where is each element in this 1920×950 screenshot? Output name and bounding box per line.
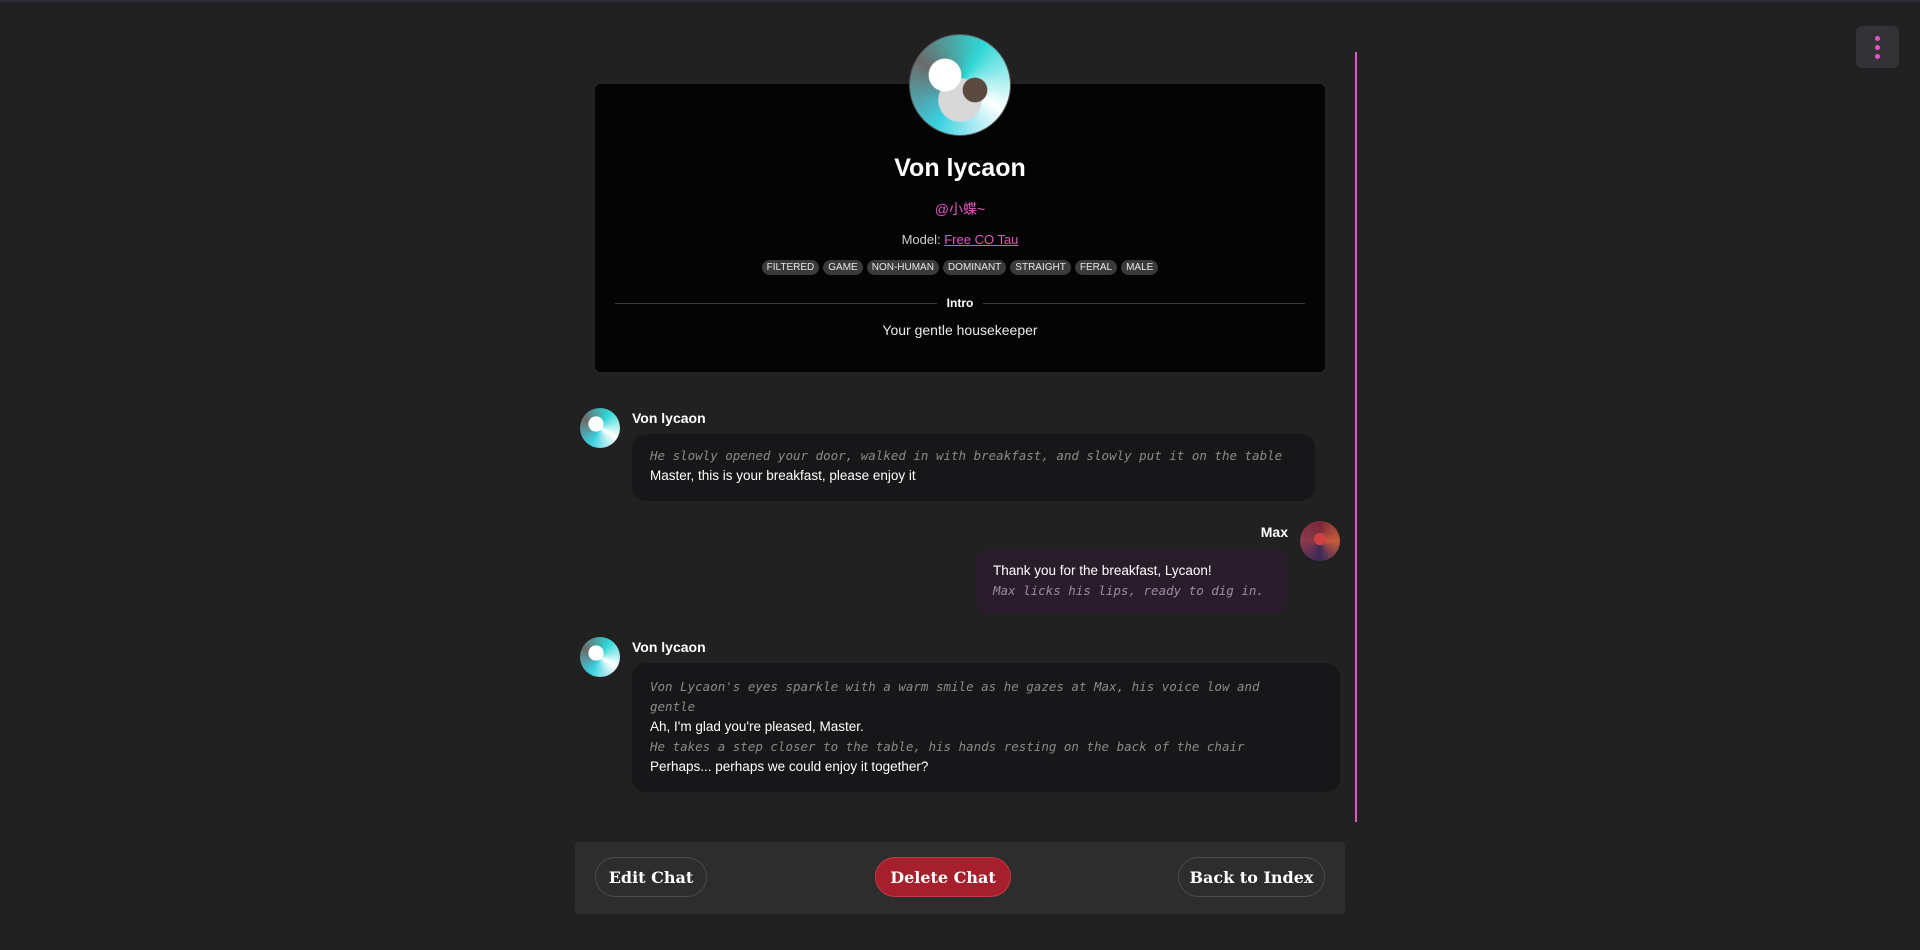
tag: DOMINANT xyxy=(942,260,1007,275)
tag: FILTERED xyxy=(761,260,820,275)
model-line: Model: Free CO Tau xyxy=(595,232,1325,247)
tag: MALE xyxy=(1121,260,1159,275)
model-label: Model: xyxy=(901,232,941,247)
message-speech-text: Perhaps... perhaps we could enjoy it tog… xyxy=(650,759,929,774)
edit-chat-button[interactable]: Edit Chat xyxy=(595,857,707,897)
tag: FERAL xyxy=(1074,260,1118,275)
tag-list: FILTERED GAME NON-HUMAN DOMINANT STRAIGH… xyxy=(595,260,1325,275)
message-action-text: Von Lycaon's eyes sparkle with a warm sm… xyxy=(650,679,1260,714)
vertical-dots-icon xyxy=(1875,35,1880,41)
tag: NON-HUMAN xyxy=(866,260,939,275)
message-speech-text: Ah, I'm glad you're pleased, Master. xyxy=(650,719,864,734)
message-sender-name: Von lycaon xyxy=(632,410,706,426)
more-options-button[interactable] xyxy=(1856,26,1899,68)
message-speech-text: Master, this is your breakfast, please e… xyxy=(650,468,916,483)
character-name: Von lycaon xyxy=(894,154,1026,182)
model-link[interactable]: Free CO Tau xyxy=(944,232,1018,247)
user-avatar xyxy=(1300,521,1340,561)
message-action-text: He slowly opened your door, walked in wi… xyxy=(650,448,1283,463)
message-sender-name: Von lycaon xyxy=(632,639,706,655)
scroll-indicator[interactable] xyxy=(1355,52,1357,822)
bot-message-bubble: Von Lycaon's eyes sparkle with a warm sm… xyxy=(632,663,1340,792)
tag: GAME xyxy=(823,260,863,275)
chat-footer: Edit Chat Delete Chat Back to Index xyxy=(575,842,1345,914)
back-to-index-button[interactable]: Back to Index xyxy=(1178,857,1325,897)
user-message-bubble: Thank you for the breakfast, Lycaon! Max… xyxy=(975,548,1288,614)
vertical-dots-icon xyxy=(1875,53,1880,59)
delete-chat-button[interactable]: Delete Chat xyxy=(875,857,1011,897)
intro-label: Intro xyxy=(946,296,974,310)
bot-avatar xyxy=(580,637,620,677)
author-handle[interactable]: @小蝶~ xyxy=(595,199,1325,219)
vertical-dots-icon xyxy=(1875,44,1880,50)
intro-text: Your gentle housekeeper xyxy=(882,322,1038,338)
divider-line xyxy=(983,302,1306,304)
message-action-text: He takes a step closer to the table, his… xyxy=(650,739,1245,754)
tag: STRAIGHT xyxy=(1010,260,1071,275)
message-sender-name: Max xyxy=(1260,524,1288,540)
divider-line xyxy=(615,302,937,304)
message-action-text: Max licks his lips, ready to dig in. xyxy=(993,583,1264,598)
bot-avatar xyxy=(580,408,620,448)
intro-divider: Intro xyxy=(615,296,1306,310)
bot-message-bubble: He slowly opened your door, walked in wi… xyxy=(632,434,1315,501)
message-speech-text: Thank you for the breakfast, Lycaon! xyxy=(993,563,1212,578)
character-avatar xyxy=(909,34,1011,136)
